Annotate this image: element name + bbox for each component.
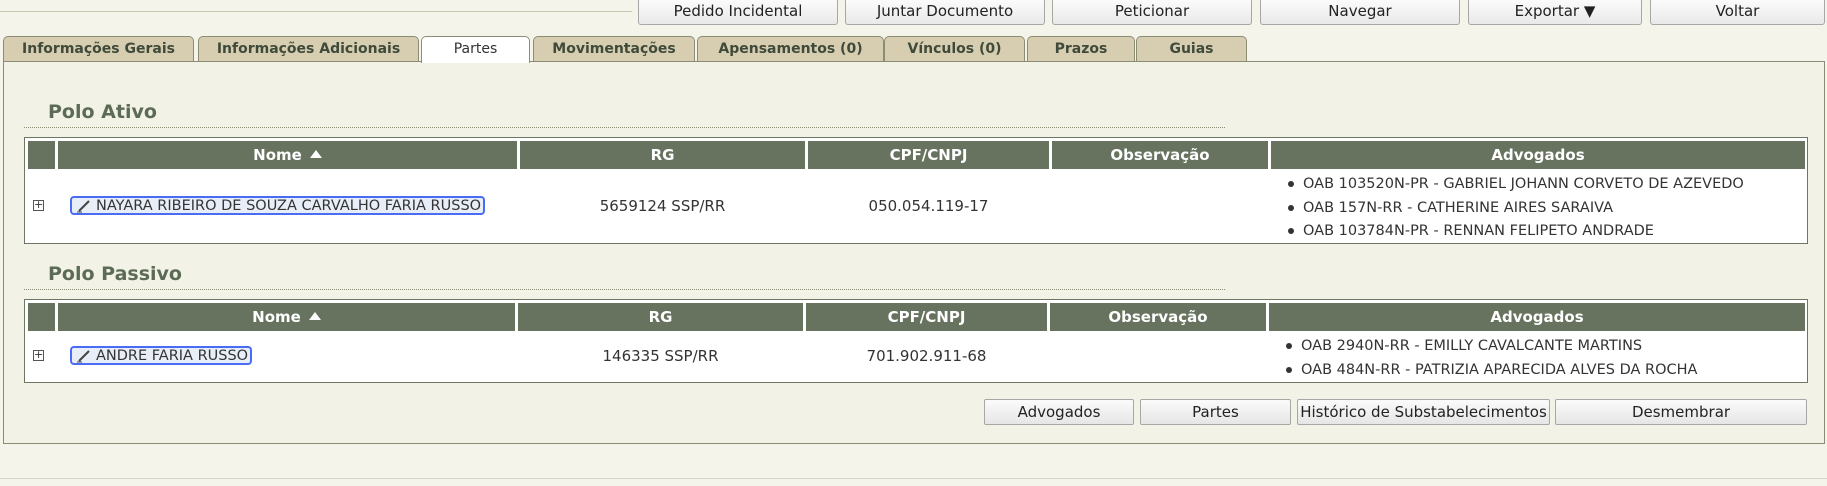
action-toolbar: Pedido Incidental Juntar Documento Petic… xyxy=(637,0,1827,25)
tab-prazos[interactable]: Prazos xyxy=(1027,36,1135,62)
pencil-icon xyxy=(77,200,90,213)
desmembrar-button[interactable]: Desmembrar xyxy=(1555,399,1807,425)
list-item: OAB 157N-RR - CATHERINE AIRES SARAIVA xyxy=(1285,198,1744,222)
expand-column-header xyxy=(28,303,55,331)
sort-ascending-icon xyxy=(309,150,322,158)
navegar-button[interactable]: Navegar xyxy=(1260,0,1460,25)
polo-ativo-divider xyxy=(24,127,1225,128)
parte-name-label: NAYARA RIBEIRO DE SOUZA CARVALHO FARIA R… xyxy=(96,198,482,214)
polo-ativo-title: Polo Ativo xyxy=(48,101,157,123)
tab-informacoes-gerais[interactable]: Informações Gerais xyxy=(3,36,194,62)
partes-panel: Polo Ativo Nome RG CPF/CNPJ Observação A… xyxy=(3,61,1825,444)
juntar-documento-button[interactable]: Juntar Documento xyxy=(845,0,1045,25)
polo-passivo-title: Polo Passivo xyxy=(48,263,182,285)
tab-movimentacoes[interactable]: Movimentações xyxy=(533,36,695,62)
nome-column-header[interactable]: Nome xyxy=(58,303,515,331)
polo-passivo-divider xyxy=(24,289,1225,290)
rg-value: 146335 SSP/RR xyxy=(602,347,719,365)
tab-vinculos[interactable]: Vínculos (0) xyxy=(884,36,1025,62)
observacao-column-header: Observação xyxy=(1050,303,1266,331)
expand-plus-icon[interactable]: + xyxy=(33,199,44,211)
list-item: OAB 484N-RR - PATRIZIA APARECIDA ALVES D… xyxy=(1283,360,1697,384)
list-item: OAB 103520N-PR - GABRIEL JOHANN CORVETO … xyxy=(1285,174,1744,198)
parte-name-button[interactable]: NAYARA RIBEIRO DE SOUZA CARVALHO FARIA R… xyxy=(70,196,486,215)
observacao-column-header: Observação xyxy=(1052,141,1268,169)
parte-name-button[interactable]: ANDRE FARIA RUSSO xyxy=(70,346,253,365)
advogados-list: OAB 103520N-PR - GABRIEL JOHANN CORVETO … xyxy=(1285,174,1744,245)
advogados-column-header: Advogados xyxy=(1269,303,1805,331)
top-separator xyxy=(0,11,632,12)
rg-value: 5659124 SSP/RR xyxy=(599,197,726,215)
advogados-column-header: Advogados xyxy=(1271,141,1805,169)
partes-button[interactable]: Partes xyxy=(1140,399,1291,425)
tab-guias[interactable]: Guias xyxy=(1136,36,1247,62)
pencil-icon xyxy=(77,350,90,363)
polo-ativo-table: Nome RG CPF/CNPJ Observação Advogados + … xyxy=(24,137,1808,244)
cpf-column-header: CPF/CNPJ xyxy=(808,141,1049,169)
nome-header-label: Nome xyxy=(253,146,302,164)
list-item: OAB 103784N-PR - RENNAN FELIPETO ANDRADE xyxy=(1285,221,1744,245)
parte-name-label: ANDRE FARIA RUSSO xyxy=(96,348,249,364)
expand-column-header xyxy=(28,141,55,169)
rg-column-header: RG xyxy=(518,303,803,331)
voltar-button[interactable]: Voltar xyxy=(1650,0,1825,25)
nome-column-header[interactable]: Nome xyxy=(58,141,517,169)
polo-passivo-table: Nome RG CPF/CNPJ Observação Advogados + … xyxy=(24,299,1808,383)
pedido-incidental-button[interactable]: Pedido Incidental xyxy=(638,0,838,25)
expand-plus-icon[interactable]: + xyxy=(33,349,44,361)
tab-apensamentos[interactable]: Apensamentos (0) xyxy=(697,36,884,62)
cpf-value: 701.902.911-68 xyxy=(866,347,987,365)
nome-header-label: Nome xyxy=(252,308,301,326)
tab-partes[interactable]: Partes xyxy=(421,36,530,63)
exportar-dropdown-button[interactable]: Exportar ▼ xyxy=(1468,0,1642,25)
sort-ascending-icon xyxy=(308,312,321,320)
rg-column-header: RG xyxy=(520,141,805,169)
cpf-column-header: CPF/CNPJ xyxy=(806,303,1047,331)
advogados-list: OAB 2940N-RR - EMILLY CAVALCANTE MARTINS… xyxy=(1283,336,1697,383)
list-item: OAB 2940N-RR - EMILLY CAVALCANTE MARTINS xyxy=(1283,336,1697,360)
advogados-button[interactable]: Advogados xyxy=(984,399,1134,425)
tab-informacoes-adicionais[interactable]: Informações Adicionais xyxy=(198,36,419,62)
historico-substabelecimentos-button[interactable]: Histórico de Substabelecimentos xyxy=(1297,399,1550,425)
bottom-separator xyxy=(0,478,1827,479)
cpf-value: 050.054.119-17 xyxy=(868,197,989,215)
peticionar-button[interactable]: Peticionar xyxy=(1052,0,1252,25)
